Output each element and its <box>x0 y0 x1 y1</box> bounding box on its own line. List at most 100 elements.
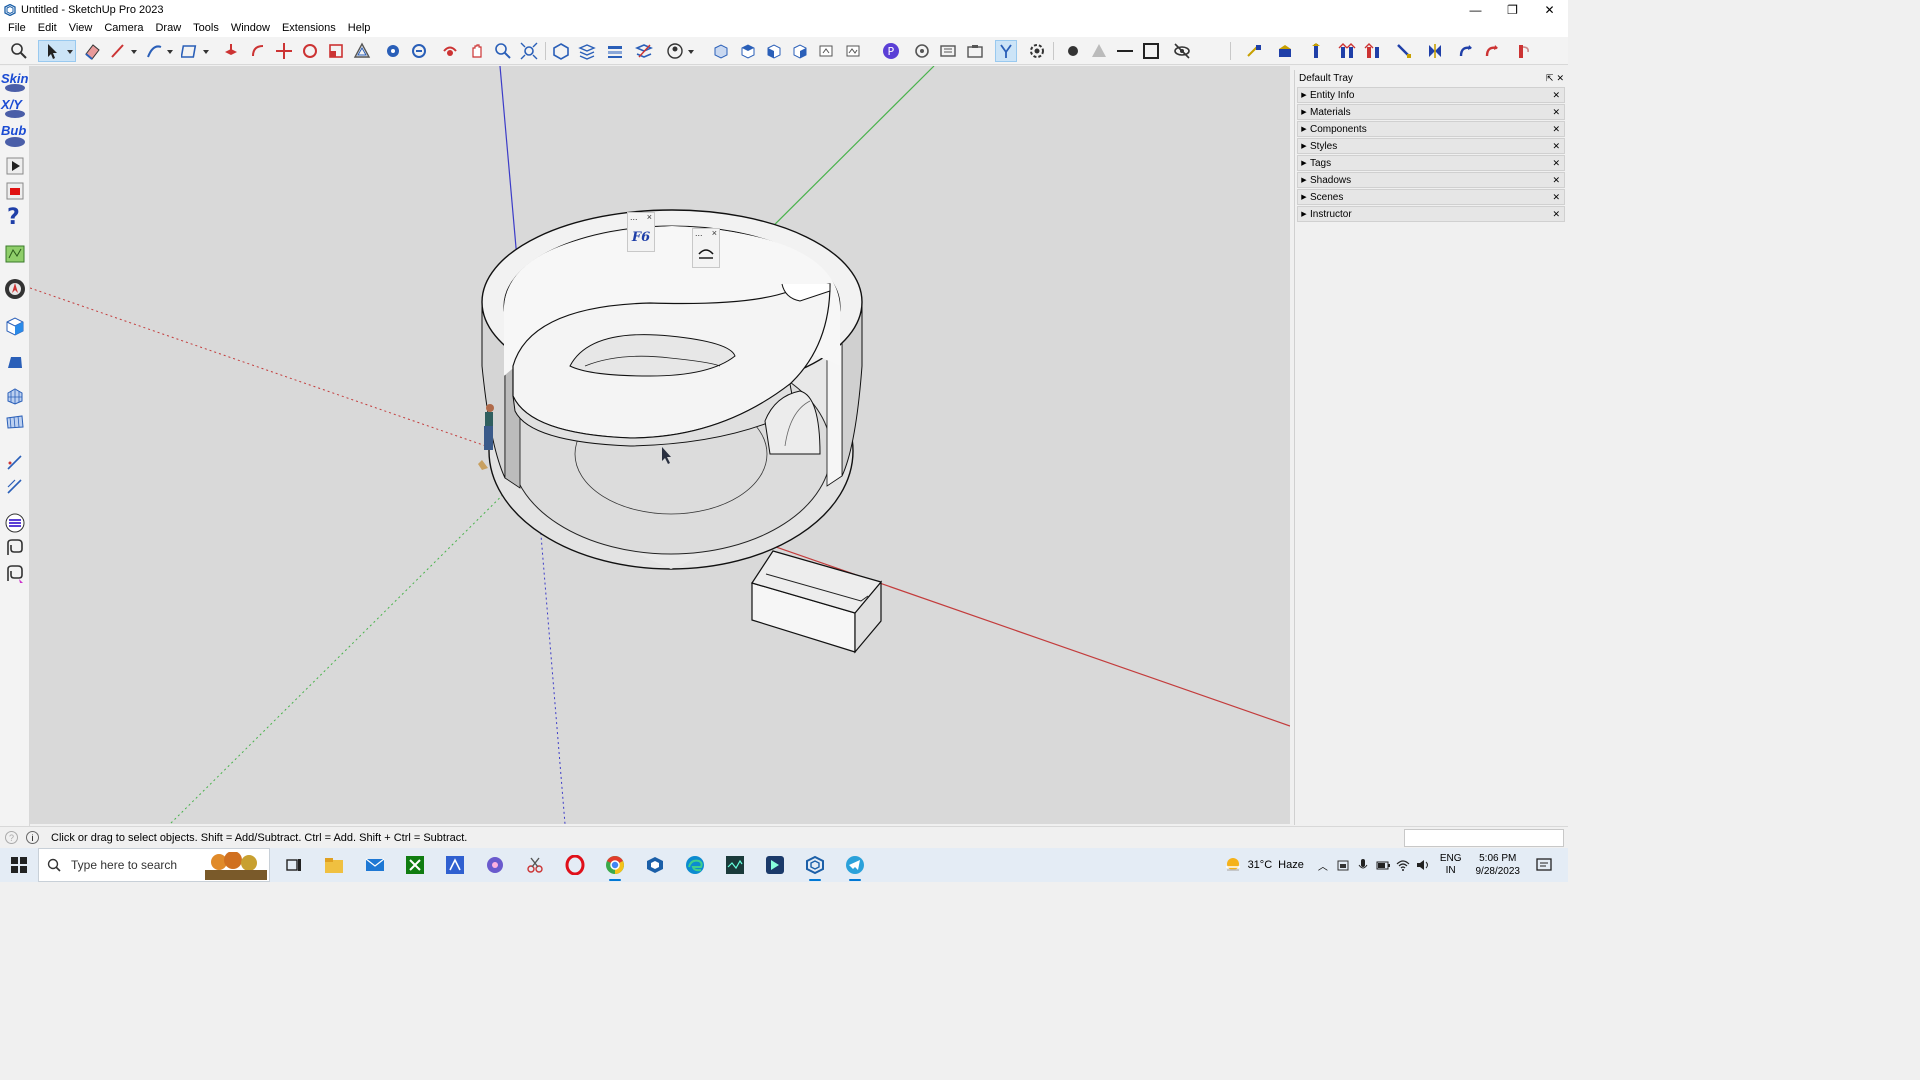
info-icon[interactable]: i <box>26 831 39 844</box>
tray-pin-icon[interactable]: ⇱ <box>1546 73 1554 84</box>
arc-tool-icon[interactable] <box>143 40 177 62</box>
rotate-tool-icon[interactable] <box>299 40 321 62</box>
menu-draw[interactable]: Draw <box>149 22 187 34</box>
coil-edit-icon[interactable] <box>3 562 27 586</box>
move-tool-icon[interactable] <box>273 40 295 62</box>
floating-toolbar-grip[interactable]: ... <box>630 213 638 223</box>
panel-close-icon[interactable]: ✕ <box>1552 141 1560 152</box>
edge-icon[interactable] <box>682 853 708 877</box>
onedrive-icon[interactable] <box>1336 858 1350 872</box>
extension-manager-icon[interactable] <box>633 40 655 62</box>
show-hidden-icons-chevron-icon[interactable]: ︿ <box>1318 858 1328 873</box>
globe-plugin-icon[interactable] <box>3 277 27 301</box>
taskbar-search-box[interactable]: Type here to search <box>38 848 270 882</box>
close-button[interactable]: ✕ <box>1531 0 1568 19</box>
floating-toolbar-close-2[interactable]: × <box>712 229 717 239</box>
language-indicator[interactable]: ENG IN <box>1440 853 1462 877</box>
camera-icon[interactable] <box>964 40 986 62</box>
opera-icon[interactable] <box>562 853 588 877</box>
panel-close-icon[interactable]: ✕ <box>1552 209 1560 220</box>
top-view-icon[interactable] <box>737 40 759 62</box>
panel-close-icon[interactable]: ✕ <box>1552 192 1560 203</box>
panel-scenes[interactable]: ▶ Scenes ✕ <box>1297 189 1565 205</box>
weather-temp[interactable]: 31°C <box>1248 859 1273 871</box>
zoom-icon[interactable] <box>8 40 30 62</box>
floating-toolbar-arc[interactable]: ... × <box>692 228 720 268</box>
panel-styles[interactable]: ▶ Styles ✕ <box>1297 138 1565 154</box>
plugin-one-icon[interactable] <box>1243 40 1265 62</box>
point-icon[interactable] <box>1062 40 1084 62</box>
panel-close-icon[interactable]: ✕ <box>1552 175 1560 186</box>
notification-center-icon[interactable] <box>1536 857 1552 873</box>
chrome-icon[interactable] <box>602 853 628 881</box>
grid-plugin-icon[interactable] <box>3 384 27 408</box>
menu-edit[interactable]: Edit <box>32 22 63 34</box>
panel-close-icon[interactable]: ✕ <box>1552 158 1560 169</box>
surface-plugin-icon[interactable] <box>3 410 27 434</box>
clock[interactable]: 5:06 PM 9/28/2023 <box>1476 852 1521 878</box>
layers-icon[interactable] <box>576 40 598 62</box>
terminal-app-icon[interactable] <box>722 853 748 877</box>
menu-tools[interactable]: Tools <box>187 22 225 34</box>
weather-haze-icon[interactable] <box>1224 856 1242 874</box>
cube-plugin-icon[interactable] <box>3 314 27 338</box>
panel-materials[interactable]: ▶ Materials ✕ <box>1297 104 1565 120</box>
tray-model[interactable] <box>751 550 883 654</box>
panel-shadows[interactable]: ▶ Shadows ✕ <box>1297 172 1565 188</box>
floating-toolbar-grip-2[interactable]: ... <box>695 229 703 239</box>
panel-tags[interactable]: ▶ Tags ✕ <box>1297 155 1565 171</box>
telegram-icon[interactable] <box>842 853 868 881</box>
mail-icon[interactable] <box>362 853 388 877</box>
rectangle-tool-icon[interactable] <box>179 40 213 62</box>
line-segment-icon[interactable] <box>1114 40 1136 62</box>
walk-tool-icon[interactable] <box>995 40 1017 62</box>
microphone-icon[interactable] <box>1356 858 1370 872</box>
pan-hand-icon[interactable] <box>466 40 488 62</box>
plugin-six-icon[interactable] <box>1393 40 1415 62</box>
sketchup-taskbar-icon-1[interactable] <box>642 853 668 877</box>
orbit-icon[interactable] <box>439 40 461 62</box>
help-question-icon[interactable]: ? <box>3 204 27 228</box>
geolocation-icon[interactable]: ? <box>5 831 18 844</box>
settings-gear-icon[interactable] <box>1026 40 1048 62</box>
menu-extensions[interactable]: Extensions <box>276 22 342 34</box>
zoom-tool-icon[interactable] <box>492 40 514 62</box>
account-icon[interactable] <box>664 40 698 62</box>
sketchup-taskbar-icon-2[interactable] <box>802 853 828 881</box>
xy-plugin-icon[interactable] <box>3 109 27 119</box>
stack-icon[interactable] <box>604 40 626 62</box>
wifi-icon[interactable] <box>1396 858 1410 872</box>
offset-tool-icon[interactable] <box>351 40 373 62</box>
measurements-box[interactable] <box>1404 829 1564 847</box>
panel-components[interactable]: ▶ Components ✕ <box>1297 121 1565 137</box>
minimize-button[interactable]: — <box>1457 0 1494 19</box>
profile-plugin-icon[interactable]: P <box>880 40 902 62</box>
panel-entity-info[interactable]: ▶ Entity Info ✕ <box>1297 87 1565 103</box>
menu-file[interactable]: File <box>2 22 32 34</box>
f6-text-tool[interactable]: F6 <box>632 230 650 245</box>
push-pull-icon[interactable] <box>220 40 242 62</box>
scale-tool-icon[interactable] <box>325 40 347 62</box>
hide-eye-icon[interactable] <box>1171 40 1193 62</box>
cone-icon[interactable] <box>1088 40 1110 62</box>
follow-me-icon[interactable] <box>247 40 269 62</box>
windows-start-icon[interactable] <box>0 848 38 882</box>
zoom-extents-icon[interactable] <box>518 40 540 62</box>
iso-view-icon[interactable] <box>710 40 732 62</box>
menu-help[interactable]: Help <box>342 22 377 34</box>
weather-desc[interactable]: Haze <box>1278 859 1304 871</box>
bub-plugin-icon[interactable] <box>3 136 27 148</box>
volume-icon[interactable] <box>1416 858 1430 872</box>
plugin-ten-icon[interactable] <box>1512 40 1534 62</box>
select-tool-icon[interactable] <box>38 40 76 62</box>
plugin-five-icon[interactable] <box>1362 40 1384 62</box>
bend-arc-icon[interactable] <box>697 246 715 260</box>
viewport-canvas[interactable] <box>30 66 1290 824</box>
menu-camera[interactable]: Camera <box>98 22 149 34</box>
skin-plugin-icon[interactable] <box>3 83 27 93</box>
spiral-plugin-icon[interactable] <box>3 511 27 535</box>
square-icon[interactable] <box>1140 40 1162 62</box>
floating-toolbar-text[interactable]: ... × F6 <box>627 212 655 252</box>
warehouse-icon[interactable] <box>550 40 572 62</box>
play-icon[interactable] <box>3 154 27 178</box>
